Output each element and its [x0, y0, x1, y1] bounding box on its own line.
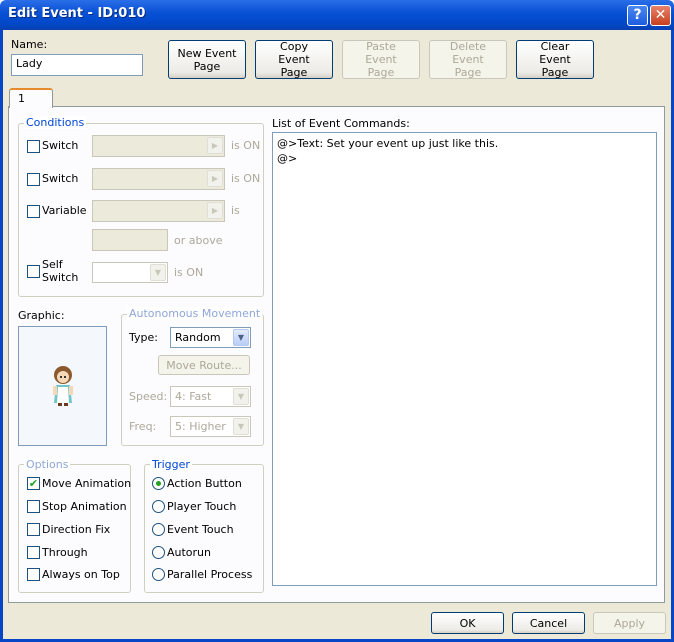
ok-label: OK [459, 616, 476, 630]
direction-fix-label: Direction Fix [42, 523, 111, 536]
parallel-process-label: Parallel Process [167, 568, 253, 581]
move-route-label: Move Route... [166, 358, 242, 372]
self-switch-checkbox[interactable] [27, 265, 40, 278]
paste-event-page-button[interactable]: Paste Event Page [342, 40, 420, 79]
freq-value: 5: Higher [175, 420, 226, 433]
apply-label: Apply [613, 616, 646, 630]
chevron-down-icon[interactable]: ▼ [233, 388, 249, 405]
switch2-is-on: is ON [231, 172, 261, 185]
event-commands-label: List of Event Commands: [272, 117, 410, 130]
switch2-checkbox[interactable] [27, 173, 40, 186]
paste-event-page-label: Paste Event Page [365, 40, 397, 79]
self-switch-is-on: is ON [174, 266, 204, 279]
event-touch-radio[interactable] [152, 523, 165, 536]
switch1-selector[interactable] [92, 135, 225, 157]
event-commands-list[interactable]: @>Text: Set your event up just like this… [272, 132, 657, 586]
chevron-down-icon[interactable]: ▼ [233, 329, 249, 346]
self-switch-label-line2: Switch [42, 271, 79, 284]
new-event-page-label: New Event Page [177, 46, 237, 73]
trigger-title: Trigger [150, 458, 192, 471]
chevron-down-icon[interactable]: ▼ [150, 264, 166, 281]
switch2-label: Switch [42, 172, 79, 185]
list-item[interactable]: @>Text: Set your event up just like this… [277, 136, 652, 151]
apply-button[interactable]: Apply [593, 612, 666, 634]
action-button-label: Action Button [167, 477, 242, 490]
cancel-label: Cancel [529, 616, 568, 630]
direction-fix-checkbox[interactable] [27, 523, 40, 536]
variable-label: Variable [42, 204, 87, 217]
ok-button[interactable]: OK [431, 612, 504, 634]
chevron-right-icon[interactable]: ▶ [207, 170, 223, 187]
new-event-page-button[interactable]: New Event Page [168, 40, 246, 79]
switch1-checkbox[interactable] [27, 140, 40, 153]
delete-event-page-label: Delete Event Page [449, 40, 487, 79]
movement-type-value: Random [175, 331, 221, 344]
through-label: Through [42, 546, 88, 559]
cancel-button[interactable]: Cancel [512, 612, 585, 634]
switch1-is-on: is ON [231, 139, 261, 152]
name-input[interactable]: Lady [11, 54, 143, 76]
autorun-label: Autorun [167, 546, 212, 559]
delete-event-page-button[interactable]: Delete Event Page [429, 40, 507, 79]
speed-label: Speed: [129, 390, 168, 403]
window-title: Edit Event - ID:010 [8, 6, 146, 21]
autonomous-movement-title: Autonomous Movement [127, 307, 263, 320]
clear-event-page-button[interactable]: Clear Event Page [516, 40, 594, 79]
variable-selector[interactable] [92, 200, 225, 222]
move-route-button[interactable]: Move Route... [158, 355, 250, 375]
conditions-title: Conditions [24, 116, 87, 129]
name-label: Name: [11, 38, 48, 51]
copy-event-page-button[interactable]: Copy Event Page [255, 40, 333, 79]
clear-event-page-label: Clear Event Page [539, 40, 571, 79]
stop-animation-checkbox[interactable] [27, 500, 40, 513]
stop-animation-label: Stop Animation [42, 500, 127, 513]
always-on-top-checkbox[interactable] [27, 568, 40, 581]
parallel-process-radio[interactable] [152, 568, 165, 581]
options-title: Options [24, 458, 71, 471]
speed-value: 4: Fast [175, 390, 212, 403]
self-switch-label: Self Switch [42, 258, 78, 284]
autorun-radio[interactable] [152, 546, 165, 559]
or-above-label: or above [174, 234, 223, 247]
move-animation-checkbox[interactable]: ✔ [27, 477, 40, 490]
chevron-right-icon[interactable]: ▶ [207, 202, 223, 219]
always-on-top-label: Always on Top [42, 568, 120, 581]
tab-page-1-label: 1 [18, 92, 25, 105]
through-checkbox[interactable] [27, 546, 40, 559]
action-button-radio[interactable] [152, 477, 165, 490]
switch1-label: Switch [42, 139, 79, 152]
tab-page-1[interactable]: 1 [9, 88, 53, 108]
copy-event-page-label: Copy Event Page [278, 40, 310, 79]
self-switch-label-line1: Self [42, 258, 63, 271]
type-label: Type: [129, 331, 158, 344]
list-item[interactable]: @> [277, 151, 652, 166]
help-icon[interactable]: ? [627, 5, 648, 26]
close-icon[interactable]: ✕ [650, 5, 671, 26]
graphic-preview[interactable] [18, 326, 107, 446]
chevron-down-icon[interactable]: ▼ [233, 418, 249, 435]
chevron-right-icon[interactable]: ▶ [207, 137, 223, 154]
graphic-label: Graphic: [18, 309, 65, 322]
player-touch-radio[interactable] [152, 500, 165, 513]
event-touch-label: Event Touch [167, 523, 234, 536]
character-sprite-icon [53, 366, 73, 406]
move-animation-label: Move Animation [42, 477, 132, 490]
variable-is: is [231, 204, 240, 217]
player-touch-label: Player Touch [167, 500, 237, 513]
switch2-selector[interactable] [92, 168, 225, 190]
variable-checkbox[interactable] [27, 205, 40, 218]
freq-label: Freq: [129, 420, 157, 433]
variable-value-stepper[interactable] [92, 229, 168, 251]
